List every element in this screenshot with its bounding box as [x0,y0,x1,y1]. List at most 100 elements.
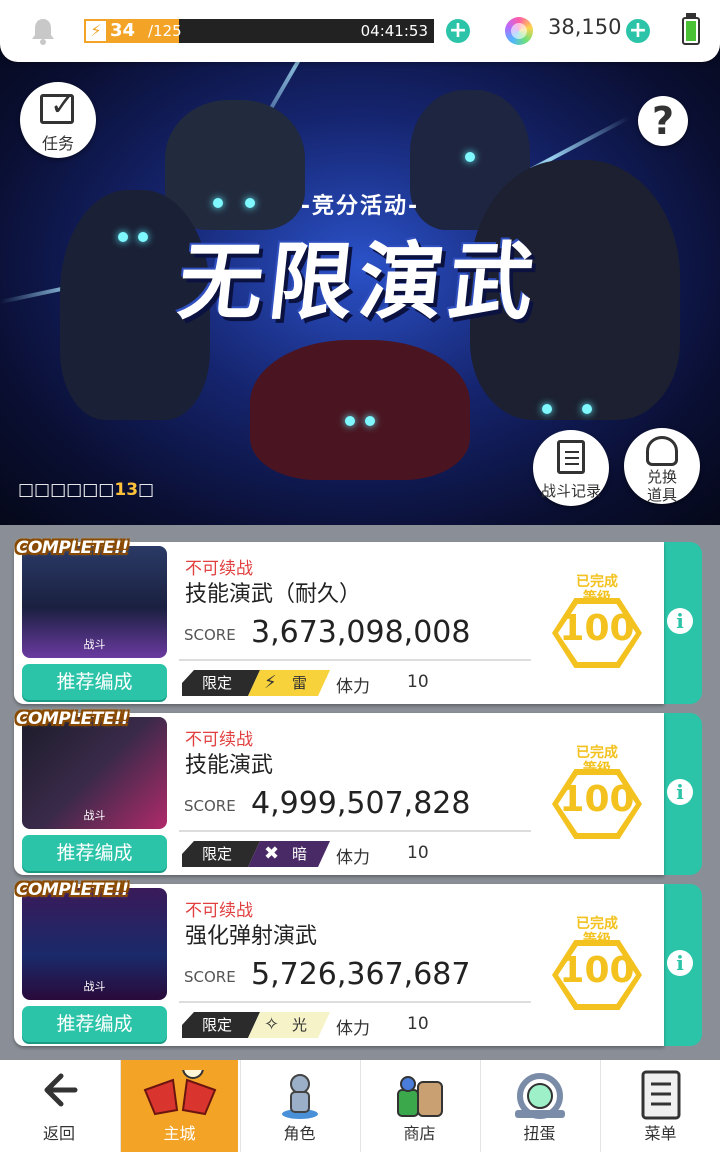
element-label: 暗 [292,845,308,863]
event-title: 无限演武 [174,233,545,331]
info-tab[interactable]: i [659,542,702,704]
stamina-max: /125 [148,22,182,40]
stage-list[interactable]: i 战斗 推荐编成 不可续战 技能演武（耐久） SCORE 3,673,098,… [0,525,720,1065]
stamina-current: 34 [110,20,136,41]
limit-label: 限定 [202,845,233,863]
help-button[interactable]: ? [638,96,688,146]
info-icon[interactable]: i [667,779,693,805]
battle-log-button[interactable]: 战斗记录 [533,430,609,506]
limit-label: 限定 [202,1016,233,1034]
nav-gacha[interactable]: 扭蛋 [480,1060,598,1152]
medal-value: 100 [559,779,635,820]
stamina-cost: 10 [407,1014,429,1034]
stamina-bar: ⚡ 34 /125 04:41:53 [84,19,434,43]
recommend-team-button[interactable]: 推荐编成 [22,1006,167,1042]
tasks-label: 任务 [41,134,74,153]
score-label: SCORE [184,626,236,644]
limit-label: 限定 [202,674,233,692]
divider [179,830,531,832]
exchange-label: 兑换 道具 [646,468,677,504]
bell-icon[interactable] [28,16,58,46]
element-icon: ⚡ [264,672,277,693]
nav-main-city-label: 主城 [163,1124,196,1143]
nav-back-label: 返回 [42,1124,75,1143]
completed-level-medal: 已完成 等级 100 [544,562,650,682]
info-tab[interactable]: i [659,713,702,875]
divider [179,659,531,661]
score-label: SCORE [184,968,236,986]
battle-log-label: 战斗记录 [540,482,601,500]
battery-icon [682,17,700,45]
info-icon[interactable]: i [667,608,693,634]
gem-count: 38,150 [548,15,622,39]
shop-bag-icon [646,436,678,466]
stage-thumbnail: 战斗 [22,717,167,829]
score-value: 3,673,098,008 [251,615,471,650]
stage-name: 技能演武 [185,753,274,778]
stamina-label: 体力 [336,848,370,868]
stage-card[interactable]: i 战斗 推荐编成 不可续战 强化弹射演武 SCORE 5,726,367,68… [14,880,702,1046]
stage-card-body[interactable]: 战斗 推荐编成 不可续战 技能演武（耐久） SCORE 3,673,098,00… [14,542,664,704]
complete-badge: COMPLETE!! [16,880,129,900]
thumb-label: 战斗 [83,809,106,822]
stamina-cost: 10 [407,843,429,863]
stamina-cost: 10 [407,672,429,692]
event-period: □□□□□□13□ [18,480,155,500]
nav-shop-label: 商店 [403,1124,436,1143]
nav-gacha-label: 扭蛋 [523,1124,556,1143]
stage-thumbnail: 战斗 [22,546,167,658]
stage-card[interactable]: i 战斗 推荐编成 不可续战 技能演武（耐久） SCORE 3,673,098,… [14,538,702,704]
add-gems-button[interactable]: + [626,19,650,43]
stamina-label: 体力 [336,677,370,697]
completed-level-medal: 已完成 等级 100 [544,904,650,1024]
stage-card-body[interactable]: 战斗 推荐编成 不可续战 强化弹射演武 SCORE 5,726,367,687 … [14,884,664,1046]
stamina-timer: 04:41:53 [360,22,428,40]
top-status-bar: ⚡ 34 /125 04:41:53 + 38,150 + [0,0,720,62]
medal-value: 100 [559,950,635,991]
element-icon: ✧ [264,1014,280,1035]
score-value: 4,999,507,828 [251,786,471,821]
stage-thumbnail: 战斗 [22,888,167,1000]
recommend-team-button[interactable]: 推荐编成 [22,835,167,871]
medal-value: 100 [559,608,635,649]
monster-center [250,340,470,480]
nav-menu[interactable]: 菜单 [600,1060,720,1152]
stamina-label: 体力 [336,1019,370,1039]
element-icon: ✖ [264,843,280,864]
bottom-nav: 返回 主城 角色 商店 扭蛋 菜单 [0,1057,720,1152]
complete-badge: COMPLETE!! [16,709,129,729]
info-icon[interactable]: i [667,950,693,976]
complete-badge: COMPLETE!! [16,538,129,558]
nav-characters-label: 角色 [283,1124,316,1143]
thumb-label: 战斗 [83,638,106,651]
stage-name: 强化弹射演武 [185,924,318,949]
nav-back[interactable]: 返回 [0,1060,118,1152]
element-label: 雷 [292,674,308,692]
score-label: SCORE [184,797,236,815]
score-value: 5,726,367,687 [251,957,471,992]
element-label: 光 [292,1016,308,1034]
lightning-icon: ⚡ [86,21,106,41]
event-banner: -竞分活动- 无限演武 ✓ 任务 ? 战斗记录 兑换 道具 □□□□□□13□ [0,0,720,530]
nav-menu-label: 菜单 [644,1124,677,1143]
document-icon [557,440,585,474]
gem-icon [505,17,533,45]
divider [179,1001,531,1003]
nav-main-city[interactable]: 主城 [120,1057,238,1152]
stage-card[interactable]: i 战斗 推荐编成 不可续战 技能演武 SCORE 4,999,507,828 … [14,709,702,875]
nav-shop[interactable]: 商店 [360,1060,478,1152]
stage-card-body[interactable]: 战斗 推荐编成 不可续战 技能演武 SCORE 4,999,507,828 限定… [14,713,664,875]
element-limit-badge: 限定 ✖ 暗 [182,841,332,867]
info-tab[interactable]: i [659,884,702,1046]
recommend-team-button[interactable]: 推荐编成 [22,664,167,700]
back-arrow-icon [0,1070,118,1122]
exchange-button[interactable]: 兑换 道具 [624,428,700,504]
checkmark-icon: ✓ [50,88,76,123]
nav-characters[interactable]: 角色 [240,1060,358,1152]
element-limit-badge: 限定 ⚡ 雷 [182,670,332,696]
add-stamina-button[interactable]: + [446,19,470,43]
thumb-label: 战斗 [83,980,106,993]
tasks-button[interactable]: ✓ 任务 [20,82,96,158]
completed-level-medal: 已完成 等级 100 [544,733,650,853]
element-limit-badge: 限定 ✧ 光 [182,1012,332,1038]
